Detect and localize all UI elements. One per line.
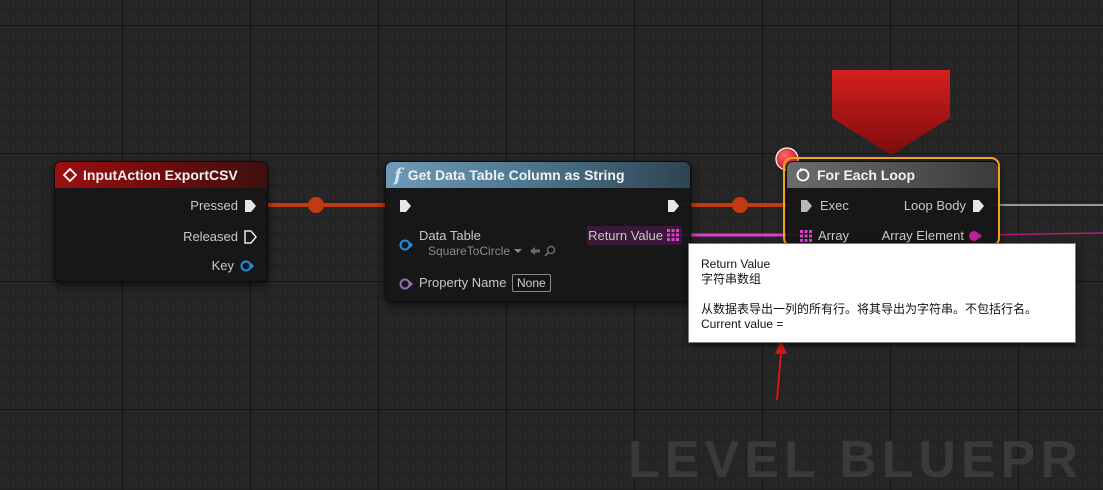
pin-label-array-element: Array Element <box>881 228 964 243</box>
exec-out-pin-icon[interactable] <box>666 199 680 213</box>
node-title: InputAction ExportCSV <box>83 167 238 183</box>
tooltip-description: 从数据表导出一列的所有行。将其导出为字符串。不包括行名。 <box>701 302 1038 316</box>
node-get-data-table-column[interactable]: f Get Data Table Column as String Data T… <box>385 161 691 302</box>
exec-pin-released-icon[interactable] <box>243 230 257 244</box>
pin-label-exec: Exec <box>820 198 849 213</box>
node-header[interactable]: InputAction ExportCSV <box>55 162 267 188</box>
node-title: For Each Loop <box>817 167 915 183</box>
tooltip-current-value: Current value = <box>701 317 784 331</box>
pin-label-data-table: Data Table <box>419 228 481 243</box>
data-table-asset-value: SquareToCircle <box>428 244 511 258</box>
array-pin-array-icon[interactable] <box>800 230 812 242</box>
exec-wire-reroute-knot-1[interactable] <box>308 197 324 213</box>
tooltip-pin-name: Return Value <box>701 257 771 271</box>
node-header[interactable]: For Each Loop <box>787 162 998 188</box>
property-name-input[interactable]: None <box>512 274 551 292</box>
object-pin-data-table-icon[interactable] <box>398 239 414 251</box>
name-pin-property-name-icon[interactable] <box>398 278 414 290</box>
pin-tooltip: Return Value 字符串数组 从数据表导出一列的所有行。将其导出为字符串… <box>688 243 1076 343</box>
array-pin-return-value-icon[interactable] <box>667 229 679 241</box>
node-for-each-loop[interactable]: For Each Loop Exec Loop Body Array Array… <box>786 161 999 247</box>
execution-marker-arrow <box>832 70 950 155</box>
struct-pin-key-icon[interactable] <box>239 260 255 272</box>
exec-pin-pressed-icon[interactable] <box>243 199 257 213</box>
node-header[interactable]: f Get Data Table Column as String <box>386 162 690 188</box>
string-pin-array-element-icon[interactable] <box>968 230 984 242</box>
node-inputaction-exportcsv[interactable]: InputAction ExportCSV Pressed Released K… <box>54 161 268 282</box>
loop-macro-icon <box>795 167 811 183</box>
tooltip-spacer <box>701 287 1063 302</box>
pin-label-array: Array <box>818 228 850 243</box>
use-selected-arrow-icon[interactable] <box>529 246 541 256</box>
node-title: Get Data Table Column as String <box>407 167 625 183</box>
pin-label-released: Released <box>183 229 238 244</box>
exec-pin-exec-icon[interactable] <box>799 199 813 213</box>
tooltip-pin-type: 字符串数组 <box>701 272 762 286</box>
pin-label-pressed: Pressed <box>190 198 238 213</box>
pin-label-loop-body: Loop Body <box>903 198 966 213</box>
pin-label-property-name: Property Name <box>419 275 507 290</box>
chevron-down-icon[interactable] <box>513 247 523 255</box>
function-icon: f <box>394 164 402 186</box>
exec-pin-loop-body-icon[interactable] <box>971 199 985 213</box>
graph-watermark: LEVEL BLUEPR <box>628 431 1083 489</box>
pin-label-key: Key <box>211 258 234 273</box>
input-event-icon <box>63 168 77 182</box>
annotation-arrow-line <box>776 351 782 401</box>
pin-label-return-value: Return Value <box>588 228 663 243</box>
data-table-asset-selector[interactable]: SquareToCircle <box>428 244 556 258</box>
browse-search-icon[interactable] <box>544 245 556 257</box>
exec-in-pin-icon[interactable] <box>398 199 412 213</box>
exec-wire-reroute-knot-2[interactable] <box>732 197 748 213</box>
